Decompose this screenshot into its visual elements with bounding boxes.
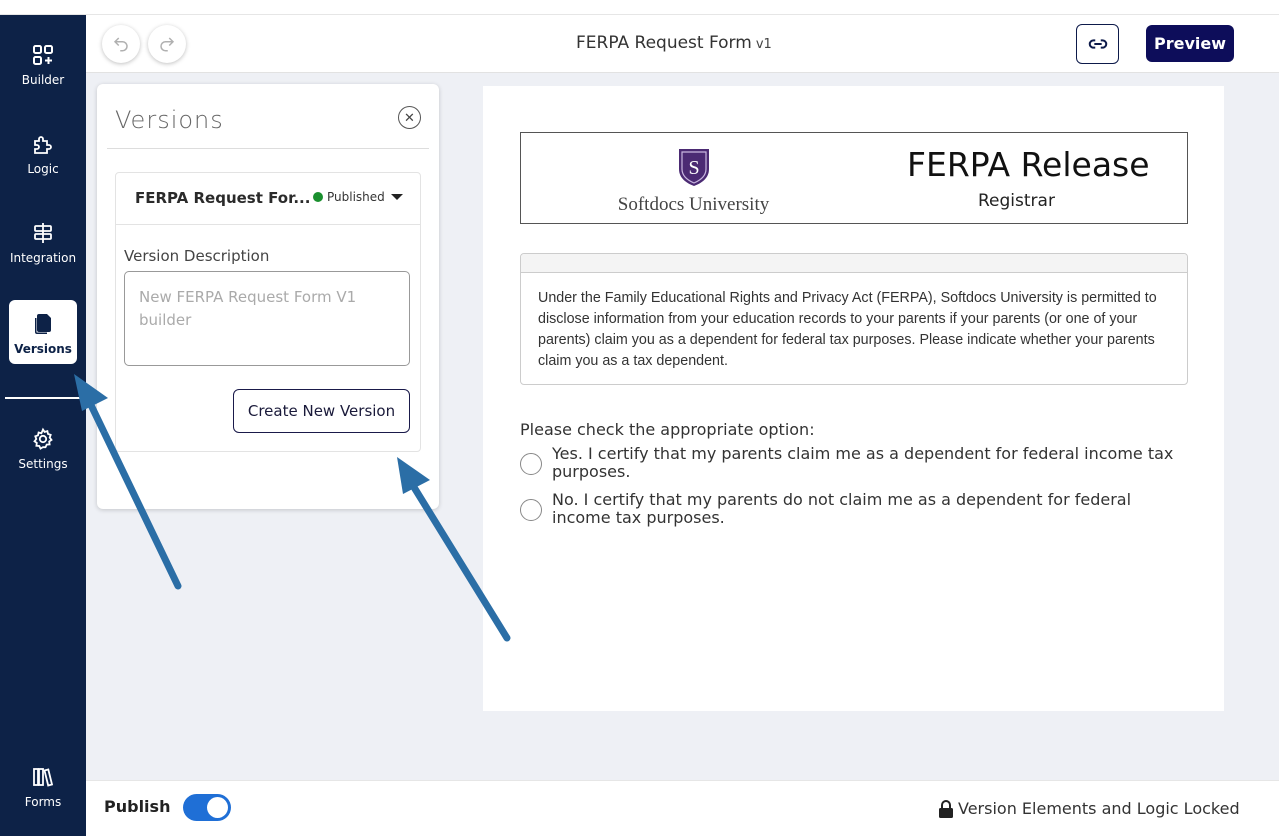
version-description-input[interactable]: New FERPA Request Form V1 builder (124, 271, 410, 366)
sidebar-item-logic[interactable]: Logic (9, 120, 77, 184)
shield-logo-icon: S (678, 149, 709, 186)
close-panel-button[interactable]: ✕ (398, 106, 421, 129)
create-new-version-button[interactable]: Create New Version (233, 389, 410, 433)
sidebar-item-versions[interactable]: Versions (9, 300, 77, 364)
sidebar-item-label: Settings (18, 457, 68, 471)
form-page: S Softdocs University FERPA Release Regi… (483, 86, 1224, 711)
option-no-label: No. I certify that my parents do not cla… (552, 490, 1132, 527)
versions-panel: Versions ✕ FERPA Request For... Publishe… (97, 84, 439, 509)
version-status-label: Published (327, 190, 385, 204)
locked-status: Version Elements and Logic Locked (938, 799, 1240, 818)
notice-header (521, 254, 1187, 273)
sidebar-item-label: Integration (9, 251, 77, 265)
version-name: FERPA Request For... (135, 189, 311, 207)
sidebar-item-label: Versions (14, 342, 72, 356)
caret-down-icon (390, 194, 403, 200)
notice-text: Under the Family Educational Rights and … (538, 290, 1157, 369)
radio-no[interactable] (520, 499, 542, 521)
redo-icon (160, 37, 175, 52)
banner-title: FERPA Release (907, 145, 1150, 184)
locked-status-text: Version Elements and Logic Locked (958, 799, 1240, 818)
sidebar-item-integration[interactable]: Integration (9, 209, 77, 273)
bottom-bar: Publish Version Elements and Logic Locke… (86, 780, 1279, 836)
publish-label: Publish (104, 797, 171, 816)
share-link-button[interactable] (1076, 24, 1119, 64)
option-no[interactable]: No. I certify that my parents do not cla… (520, 491, 1192, 527)
top-strip (0, 0, 1279, 15)
signpost-icon (9, 221, 77, 249)
redo-button[interactable] (148, 25, 186, 63)
gear-icon (9, 427, 77, 455)
svg-text:S: S (688, 157, 699, 179)
version-status-dropdown[interactable]: Published (313, 190, 403, 204)
documents-icon (9, 312, 77, 340)
sidebar-divider (5, 397, 81, 399)
version-description-label: Version Description (124, 247, 270, 265)
form-title: FERPA Request Form v1 (576, 33, 772, 53)
logo-name: Softdocs University (617, 194, 770, 215)
books-icon (9, 765, 77, 793)
left-sidebar: Builder Logic Integration Versions Setti… (0, 15, 86, 836)
sidebar-item-forms[interactable]: Forms (9, 753, 77, 817)
undo-icon (113, 37, 128, 52)
sidebar-item-label: Forms (24, 795, 62, 809)
version-card-header[interactable]: FERPA Request For... Published (116, 173, 420, 225)
undo-button[interactable] (102, 25, 140, 63)
toggle-knob (207, 797, 228, 818)
link-icon (1088, 39, 1107, 49)
panel-divider (107, 148, 429, 149)
lock-icon (939, 799, 953, 818)
university-logo: S Softdocs University (611, 147, 776, 215)
published-status-dot (313, 192, 323, 202)
preview-button[interactable]: Preview (1146, 25, 1234, 62)
sidebar-item-label: Logic (27, 162, 59, 176)
version-card: FERPA Request For... Published Version D… (115, 172, 421, 452)
sidebar-item-builder[interactable]: Builder (9, 31, 77, 95)
puzzle-icon (9, 132, 77, 160)
sidebar-item-settings[interactable]: Settings (9, 415, 77, 479)
form-version: v1 (755, 37, 772, 52)
radio-yes[interactable] (520, 453, 542, 475)
top-header: FERPA Request Form v1 Preview (86, 15, 1279, 73)
banner-subtitle: Registrar (978, 191, 1055, 211)
builder-icon (9, 43, 77, 71)
sidebar-item-label: Builder (21, 73, 65, 87)
option-yes-label: Yes. I certify that my parents claim me … (552, 444, 1174, 481)
option-yes[interactable]: Yes. I certify that my parents claim me … (520, 445, 1192, 481)
versions-panel-title: Versions (115, 106, 224, 134)
publish-toggle[interactable] (183, 794, 231, 821)
form-title-text: FERPA Request Form (576, 33, 752, 53)
form-banner: S Softdocs University FERPA Release Regi… (520, 132, 1188, 224)
question-label: Please check the appropriate option: (520, 420, 815, 439)
close-icon: ✕ (404, 109, 415, 125)
notice-box: Under the Family Educational Rights and … (520, 253, 1188, 385)
